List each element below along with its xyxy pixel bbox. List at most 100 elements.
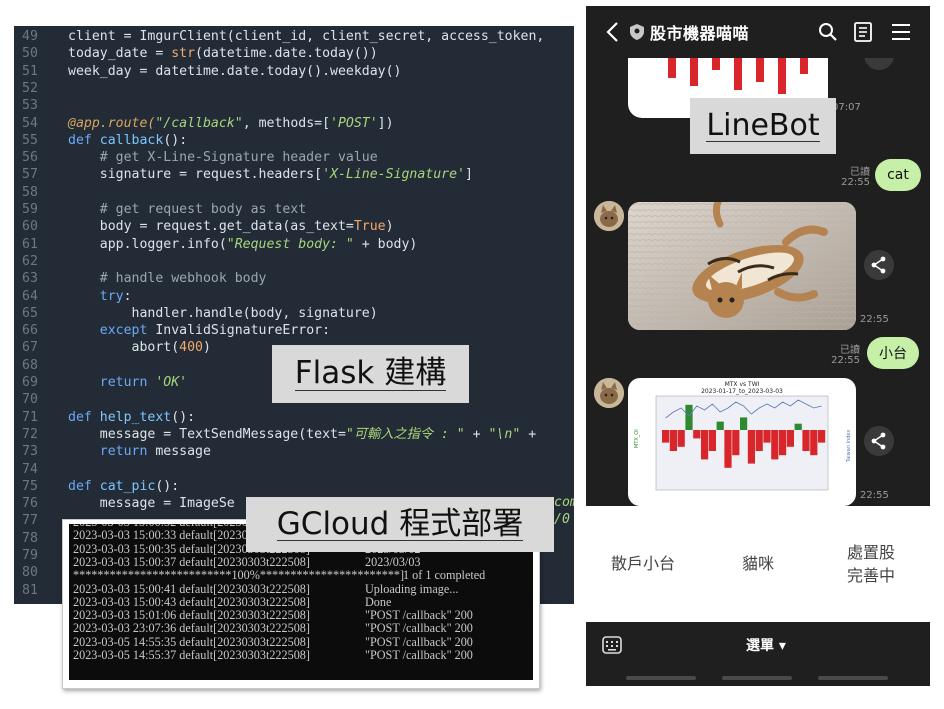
chat-bottom-bar: 選單 ▾: [586, 622, 930, 686]
cat-avatar-icon: [594, 378, 624, 408]
code-line: 57 signature = request.headers['X-Line-S…: [14, 166, 473, 183]
line-number: 67: [22, 340, 38, 356]
chart-bar: [755, 430, 763, 451]
code-line: 80: [14, 564, 50, 581]
cat-photo-message[interactable]: [628, 202, 856, 330]
chat-title: 股市機器喵喵: [650, 24, 750, 43]
code-text: signature = request.headers['X-Line-Sign…: [68, 167, 473, 183]
code-line: 49 client = ImgurClient(client_id, client…: [14, 28, 544, 45]
line-number: 72: [22, 426, 38, 442]
nav-bar-segment: [722, 676, 792, 680]
linebot-callout-text: LineBot: [706, 107, 820, 143]
code-line: 66 except InvalidSignatureError:: [14, 322, 330, 339]
code-line: 69 return 'OK': [14, 374, 187, 391]
keyboard-icon[interactable]: [602, 636, 622, 654]
chart-bar: [662, 430, 670, 443]
chart-bar: [786, 430, 794, 447]
notes-icon[interactable]: [854, 22, 872, 42]
line-number: 63: [22, 271, 38, 287]
chart-bar: [747, 430, 755, 464]
line-number: 68: [22, 357, 38, 373]
sent-message-xiaotai[interactable]: 小台: [867, 337, 919, 369]
chart-subtitle: 2023-01-17_to_2023-03-03: [701, 388, 783, 395]
share-icon: [871, 256, 886, 274]
code-text: # handle webhook body: [68, 271, 267, 287]
sent-message-cat[interactable]: cat: [875, 159, 921, 191]
line-number: 73: [22, 444, 38, 460]
bot-avatar[interactable]: [594, 378, 624, 408]
log-prefix: 2023-03-03 15:00:43 default[20230303t222…: [73, 594, 310, 609]
line-number: 77: [22, 513, 38, 529]
line-number: 69: [22, 375, 38, 390]
code-text: @app.route("/callback", methods=['POST']…: [68, 115, 394, 131]
log-message: 1 of 1 completed: [403, 568, 486, 583]
log-message: "POST /callback" 200: [365, 608, 473, 623]
code-line: 77: [14, 512, 50, 529]
code-line: 55 def callback():: [14, 132, 187, 149]
chat-area[interactable]: 07:07 LineBot 已讀 22:55 cat 22:55 已讀 22:5…: [586, 58, 930, 506]
rich-menu-retail-mtx[interactable]: 散戶小台: [586, 506, 700, 622]
share-button-chart[interactable]: [864, 426, 894, 456]
line-number: 64: [22, 288, 38, 304]
chart-bar: [690, 58, 698, 86]
code-line: 52: [14, 80, 50, 97]
line-number: 76: [22, 496, 38, 512]
chart-bar: [740, 417, 748, 430]
mtx-chart-message[interactable]: MTX vs TWI 2023-01-17_to_2023-03-03 MTX_…: [628, 378, 856, 506]
code-text: def callback():: [68, 132, 188, 148]
code-line: 53: [14, 97, 50, 114]
line-number: 53: [22, 98, 38, 114]
code-line: 68: [14, 357, 50, 374]
menu-toggle-button[interactable]: 選單 ▾: [746, 635, 786, 655]
chart-bar: [778, 58, 786, 94]
code-line: 64 try:: [14, 288, 132, 305]
hamburger-menu-icon[interactable]: [892, 23, 910, 41]
code-line: 56 # get X-Line-Signature header value: [14, 149, 378, 166]
code-line: 79: [14, 547, 50, 564]
bot-avatar[interactable]: [594, 201, 624, 231]
message-time: 22:55: [831, 355, 860, 366]
message-time: 22:55: [841, 177, 870, 188]
code-fragment: /0: [554, 512, 570, 528]
code-line: 75 def cat_pic():: [14, 478, 179, 495]
chart-ylabel-left: MTX_OI: [634, 429, 640, 448]
code-text: app.logger.info("Request body: " + body): [68, 236, 418, 252]
chart-bar: [763, 430, 771, 443]
log-prefix: 2023-03-03 15:00:41 default[20230303t222…: [73, 581, 310, 596]
line-number: 55: [22, 132, 38, 148]
chart-bar: [771, 430, 779, 460]
search-icon[interactable]: [818, 22, 838, 42]
code-text: except InvalidSignatureError:: [99, 323, 331, 339]
chart-bar: [802, 430, 810, 451]
code-fragment: com: [554, 495, 574, 511]
code-text: def cat_pic():: [68, 478, 180, 494]
linebot-callout: LineBot: [690, 98, 836, 154]
gcloud-callout-text: GCloud 程式部署: [276, 505, 524, 542]
line-number: 74: [22, 461, 38, 477]
line-chat-phone: 股市機器喵喵 07:07 LineBot 已讀 22:55 cat 22:55 …: [586, 6, 930, 686]
chart-bar: [708, 430, 716, 451]
code-line: 63 # handle webhook body: [14, 270, 267, 287]
rich-menu-cat[interactable]: 貓咪: [701, 506, 815, 622]
chart-bar: [794, 423, 802, 430]
chart-bar: [756, 58, 764, 82]
chart-bar: [685, 404, 693, 430]
line-number: 51: [22, 63, 38, 79]
cat-photo: [628, 202, 856, 330]
code-line: 72 message = TextSendMessage(text="可輸入之指…: [14, 426, 536, 443]
message-time: 22:55: [860, 490, 889, 501]
log-message: "POST /callback" 200: [365, 634, 473, 649]
back-arrow-icon[interactable]: [604, 20, 622, 44]
code-text: def help_text():: [68, 409, 196, 425]
share-button-top[interactable]: [864, 58, 894, 70]
share-button-cat[interactable]: [864, 250, 894, 280]
chart-title: MTX vs TWI: [725, 381, 760, 388]
share-icon: [871, 432, 886, 450]
code-line: 58: [14, 184, 50, 201]
message-time: 07:07: [832, 102, 861, 113]
rich-menu-disposition-stock[interactable]: 處置股 完善中: [814, 506, 928, 622]
nav-bar-segment: [626, 676, 696, 680]
code-line: 65 handler.handle(body, signature): [14, 305, 378, 322]
chart-bar: [669, 430, 677, 451]
nav-bar-segment: [818, 676, 888, 680]
